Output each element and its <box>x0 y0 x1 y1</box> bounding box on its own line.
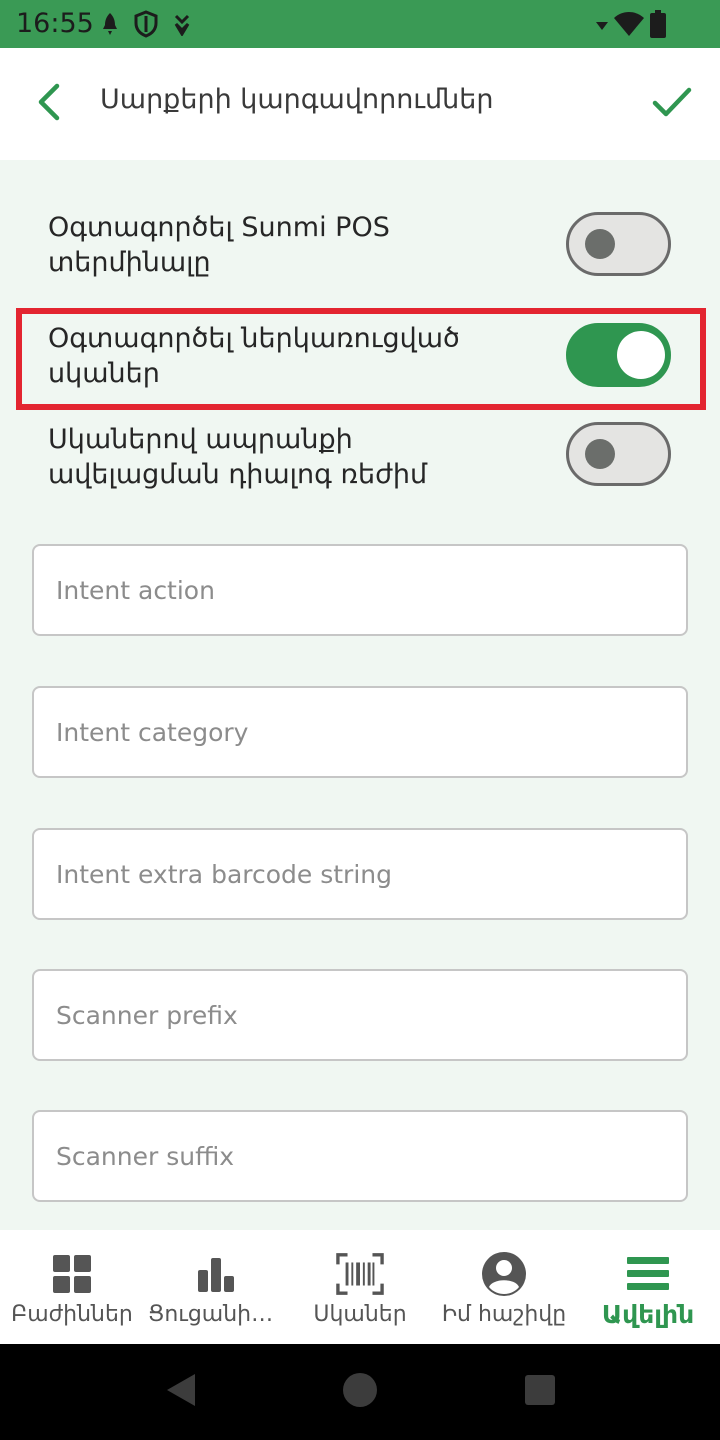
sunmi-pos-switch[interactable] <box>566 212 671 276</box>
signal-icon <box>596 17 608 36</box>
back-button[interactable] <box>22 78 74 130</box>
toggle-row-sunmi: Օգտագործել Sunmi POS տերմինալը <box>0 204 720 304</box>
system-back-button[interactable] <box>160 1372 200 1412</box>
intent-extra-barcode-input[interactable] <box>34 830 686 918</box>
intent-extra-barcode-field <box>32 828 688 920</box>
barcode-scanner-icon <box>336 1250 384 1298</box>
nav-item-account[interactable]: Իմ հաշիվը <box>432 1230 576 1344</box>
status-icons-left <box>100 10 192 42</box>
nav-label: Իմ հաշիվը <box>441 1302 567 1327</box>
grid-icon <box>48 1250 96 1298</box>
toggle-label-dialog-mode: Սկաներով ապրանքի ավելացման դիալոգ ռեժիմ <box>48 424 428 490</box>
builtin-scanner-switch[interactable] <box>566 323 671 387</box>
app-bar: Սարքերի կարգավորումներ <box>0 48 720 160</box>
switch-knob <box>617 331 665 379</box>
intent-category-field <box>32 686 688 778</box>
scanner-prefix-input[interactable] <box>34 971 686 1059</box>
back-triangle-icon <box>163 1372 197 1412</box>
intent-action-input[interactable] <box>34 546 686 634</box>
switch-knob <box>585 229 615 259</box>
toggle-row-builtin-scanner: Օգտագործել ներկառուցված սկաներ <box>0 314 720 414</box>
menu-icon <box>624 1250 672 1298</box>
intent-action-field <box>32 544 688 636</box>
shield-icon <box>134 10 158 42</box>
toggle-label-builtin-scanner: Օգտագործել ներկառուցված սկաներ <box>48 323 460 389</box>
status-time: 16:55 <box>16 8 94 39</box>
switch-knob <box>585 439 615 469</box>
nav-item-scanner[interactable]: Սկաներ <box>288 1230 432 1344</box>
system-home-button[interactable] <box>340 1372 380 1412</box>
settings-content: Օգտագործել Sunmi POS տերմինալը Օգտագործե… <box>0 160 720 1230</box>
scanner-prefix-field <box>32 969 688 1061</box>
nav-label: Սկաներ <box>313 1302 407 1327</box>
battery-icon <box>650 10 666 42</box>
dialog-mode-switch[interactable] <box>566 422 671 486</box>
notification-icon <box>100 11 120 41</box>
nav-item-sections[interactable]: Բաժիններ <box>0 1230 144 1344</box>
status-icons-right <box>596 10 666 42</box>
nav-item-indicators[interactable]: Ցուցանիշներ <box>144 1230 288 1344</box>
account-icon <box>480 1250 528 1298</box>
bottom-nav: Բաժիններ Ցուցանիշներ Սկաներ Իմ հաշիվը Ավ… <box>0 1230 720 1344</box>
scanner-suffix-field <box>32 1110 688 1202</box>
bar-chart-icon <box>192 1250 240 1298</box>
nav-label: Բաժիններ <box>11 1302 133 1327</box>
nav-label: Ցուցանիշներ <box>148 1302 288 1327</box>
status-bar: 16:55 <box>0 0 720 48</box>
page-title: Սարքերի կարգավորումներ <box>100 84 494 115</box>
recents-square-icon <box>524 1374 556 1410</box>
scanner-suffix-input[interactable] <box>34 1112 686 1200</box>
confirm-button[interactable] <box>644 78 700 130</box>
toggle-label-sunmi: Օգտագործել Sunmi POS տերմինալը <box>48 212 390 278</box>
system-recents-button[interactable] <box>520 1372 560 1412</box>
nav-item-more[interactable]: Ավելին <box>576 1230 720 1344</box>
nav-label: Ավելին <box>601 1300 695 1329</box>
checkmark-icon <box>652 86 692 122</box>
chevron-left-icon <box>33 82 63 126</box>
download-icon <box>172 12 192 40</box>
wifi-icon <box>614 12 644 40</box>
toggle-row-dialog-mode: Սկաներով ապրանքի ավելացման դիալոգ ռեժիմ <box>0 418 720 518</box>
system-nav-bar <box>0 1344 720 1440</box>
intent-category-input[interactable] <box>34 688 686 776</box>
home-circle-icon <box>342 1372 378 1412</box>
